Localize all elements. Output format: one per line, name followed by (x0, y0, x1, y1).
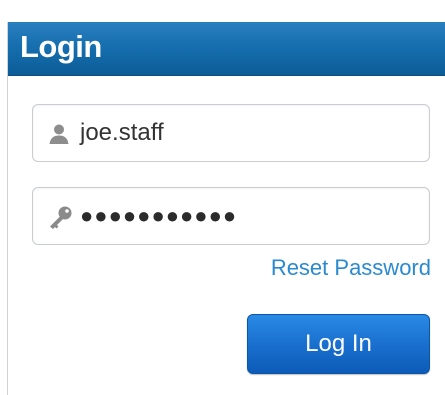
password-value: ●●●●●●●●●●● (80, 203, 238, 228)
username-field[interactable]: joe.staff (32, 104, 430, 162)
username-value: joe.staff (80, 119, 164, 146)
password-field[interactable]: ●●●●●●●●●●● (32, 187, 430, 245)
page-title: Login (20, 29, 102, 64)
reset-password-link[interactable]: Reset Password (271, 254, 431, 282)
login-panel: Login joe.staff ●●●●●●●●●●● Reset Passwo… (7, 22, 445, 395)
user-icon (47, 122, 71, 146)
login-button[interactable]: Log In (247, 314, 430, 374)
key-icon (47, 205, 72, 229)
login-header: Login (8, 22, 445, 76)
